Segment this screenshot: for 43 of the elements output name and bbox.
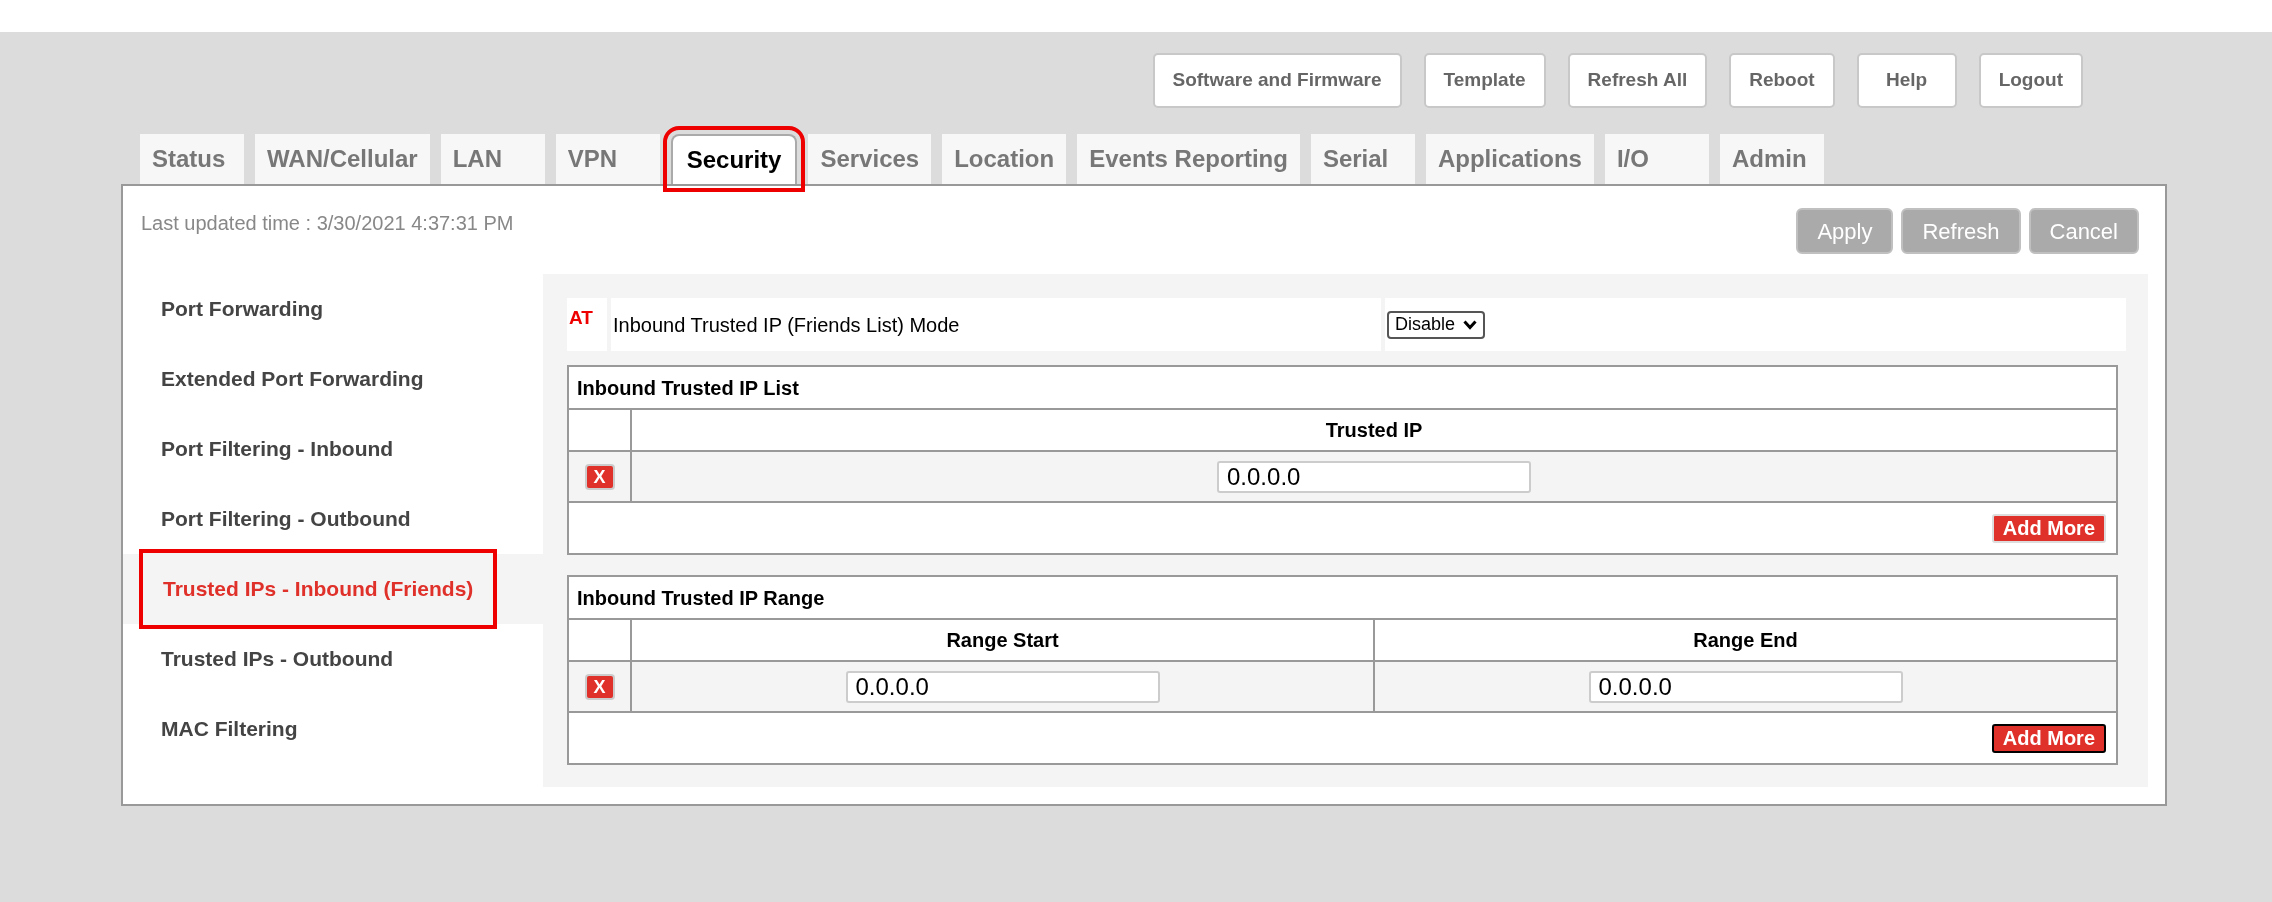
sidebar-item[interactable]: Port Filtering - Inbound — [161, 433, 394, 465]
header-button[interactable]: Software and Firmware — [1152, 53, 1402, 108]
action-button[interactable]: Cancel — [2028, 208, 2139, 254]
header-button[interactable]: Refresh All — [1567, 53, 1708, 108]
header-button[interactable]: Reboot — [1729, 53, 1835, 108]
ip-input-field[interactable]: 0.0.0.0 — [845, 670, 1160, 703]
ip-input-field[interactable]: 0.0.0.0 — [1217, 460, 1531, 493]
nav-tab[interactable]: Services — [808, 134, 932, 184]
nav-tab[interactable]: Serial — [1310, 134, 1415, 184]
header-button[interactable]: Help — [1856, 53, 1957, 108]
table-title: Inbound Trusted IP List — [569, 367, 2116, 410]
mode-select[interactable]: Disable — [1387, 310, 1486, 339]
sidebar-item[interactable]: Port Forwarding — [161, 293, 324, 325]
last-updated-text: Last updated time : 3/30/2021 4:37:31 PM — [141, 211, 514, 236]
delete-button[interactable]: X — [586, 675, 613, 698]
sidebar-item[interactable]: Extended Port Forwarding — [161, 363, 424, 395]
table-title: Inbound Trusted IP Range — [569, 577, 2116, 620]
nav-tab[interactable]: Location — [942, 134, 1067, 184]
mode-label: Inbound Trusted IP (Friends List) Mode — [611, 298, 1381, 351]
nav-tab[interactable]: VPN — [555, 134, 660, 184]
action-button[interactable]: Refresh — [1901, 208, 2021, 254]
chevron-down-icon — [1463, 319, 1478, 330]
nav-tab[interactable]: Applications — [1425, 134, 1594, 184]
delete-button[interactable]: X — [586, 465, 613, 488]
nav-tab[interactable]: WAN/Cellular — [255, 134, 430, 184]
ip-input-field[interactable]: 0.0.0.0 — [1588, 670, 1903, 703]
action-button[interactable]: Apply — [1796, 208, 1894, 254]
add-more-button[interactable]: Add More — [1991, 513, 2106, 543]
sidebar-item[interactable]: MAC Filtering — [161, 713, 298, 745]
column-header: Range End — [1692, 628, 1799, 653]
at-badge: AT — [567, 298, 607, 351]
sidebar-item[interactable]: Port Filtering - Outbound — [161, 503, 411, 535]
nav-tab[interactable]: LAN — [440, 134, 545, 184]
nav-tab[interactable]: Admin — [1719, 134, 1824, 184]
nav-tab[interactable]: I/O — [1604, 134, 1709, 184]
column-header: Range Start — [632, 620, 1375, 660]
header-button[interactable]: Template — [1423, 53, 1546, 108]
nav-tab[interactable]: Status — [140, 134, 244, 184]
column-header: Trusted IP — [1324, 418, 1424, 443]
nav-tab[interactable]: Events Reporting — [1077, 134, 1300, 184]
add-more-button[interactable]: Add More — [1991, 723, 2106, 753]
header-button[interactable]: Logout — [1978, 53, 2083, 108]
sidebar-item[interactable]: Trusted IPs - Outbound — [161, 643, 394, 675]
